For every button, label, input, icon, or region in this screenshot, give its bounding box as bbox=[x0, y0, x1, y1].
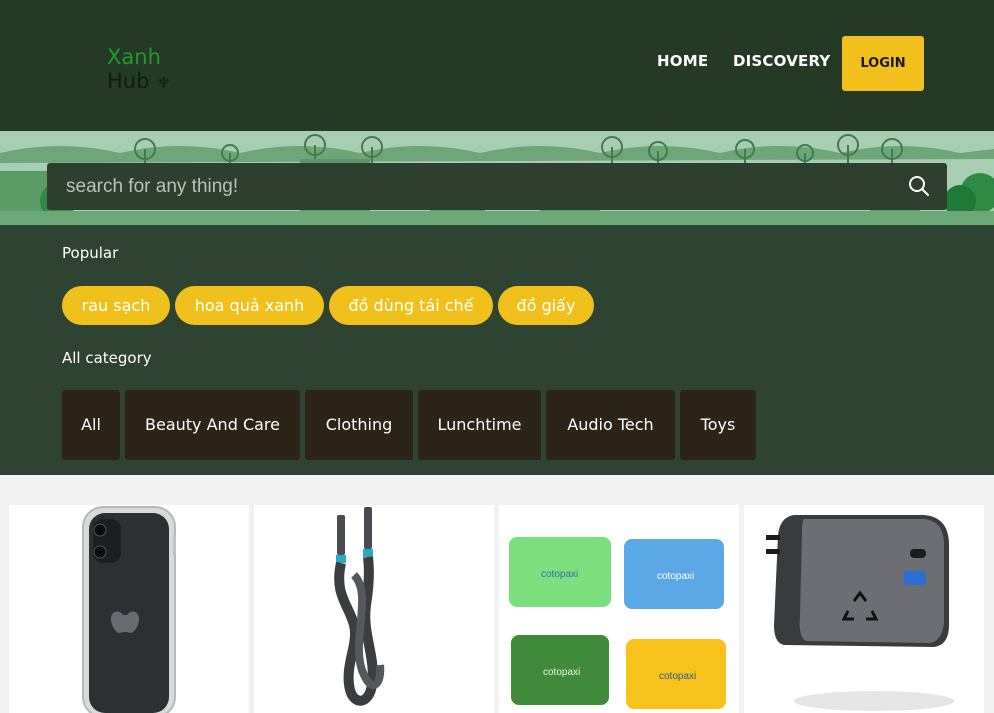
popular-tag[interactable]: hoa quả xanh bbox=[175, 286, 324, 325]
pouch-label: cotopaxi bbox=[543, 667, 580, 678]
charger-image bbox=[766, 515, 954, 711]
pouches-image: cotopaxi cotopaxi cotopaxi cotopaxi bbox=[509, 537, 726, 709]
popular-tag[interactable]: rau sạch bbox=[62, 286, 170, 325]
pouch-label: cotopaxi bbox=[659, 671, 696, 682]
category-lunchtime[interactable]: Lunchtime bbox=[418, 390, 541, 460]
category-clothing[interactable]: Clothing bbox=[305, 390, 413, 460]
cable-image bbox=[334, 507, 385, 706]
category-toys[interactable]: Toys bbox=[680, 390, 756, 460]
popular-tag[interactable]: đồ dùng tái chế bbox=[329, 286, 493, 325]
leaf-icon: ♆ bbox=[157, 74, 171, 92]
pouch-label: cotopaxi bbox=[657, 571, 694, 582]
search-icon[interactable] bbox=[907, 174, 931, 198]
category-audio-tech[interactable]: Audio Tech bbox=[546, 390, 675, 460]
nav-discovery-link[interactable]: DISCOVERY bbox=[733, 52, 830, 70]
category-all[interactable]: All bbox=[62, 390, 120, 460]
login-button[interactable]: LOGIN bbox=[842, 36, 924, 91]
phone-case-image bbox=[82, 506, 176, 713]
brand-logo[interactable]: Xanh Hub ♆ bbox=[107, 45, 177, 93]
popular-title: Popular bbox=[62, 244, 119, 262]
search-banner bbox=[0, 131, 994, 225]
popular-tag[interactable]: đồ giấy bbox=[498, 286, 594, 325]
search-bar bbox=[47, 163, 947, 210]
nav-home-link[interactable]: HOME bbox=[657, 52, 708, 70]
brand-line1: Xanh bbox=[107, 45, 161, 69]
category-beauty[interactable]: Beauty And Care bbox=[125, 390, 300, 460]
category-title: All category bbox=[62, 349, 152, 367]
filter-panel: Popular rau sạch hoa quả xanh đồ dùng tá… bbox=[0, 225, 994, 475]
search-input[interactable] bbox=[47, 163, 887, 210]
header: Xanh Hub ♆ HOME DISCOVERY LOGIN bbox=[0, 0, 994, 131]
pouch-label: cotopaxi bbox=[541, 569, 578, 580]
product-card-phone-case[interactable] bbox=[9, 505, 249, 713]
product-card-cable[interactable] bbox=[254, 505, 494, 713]
product-card-pouches[interactable]: cotopaxi cotopaxi cotopaxi cotopaxi bbox=[499, 505, 739, 713]
product-card-charger[interactable] bbox=[744, 505, 984, 713]
